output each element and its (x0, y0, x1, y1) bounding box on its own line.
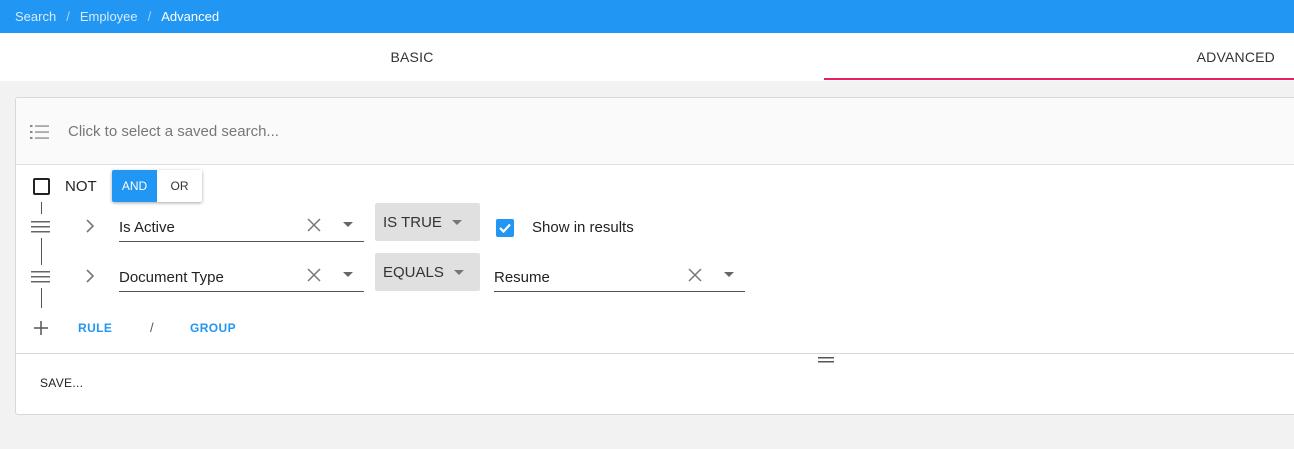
close-icon[interactable] (306, 267, 322, 283)
not-checkbox[interactable] (33, 178, 50, 195)
chevron-right-icon[interactable] (84, 219, 96, 233)
tab-active-indicator (824, 78, 1294, 80)
caret-down-icon[interactable] (724, 272, 734, 277)
tab-bar: BASIC ADVANCED (0, 33, 1294, 81)
or-button[interactable]: OR (157, 170, 202, 202)
saved-search-placeholder: Click to select a saved search... (68, 123, 279, 140)
breadcrumb: Search / Employee / Advanced (0, 0, 1294, 33)
add-separator: / (150, 320, 154, 335)
tree-connector (41, 238, 42, 265)
query-builder-panel: Click to select a saved search... NOT AN… (15, 97, 1294, 415)
list-icon (30, 125, 49, 139)
breadcrumb-item-employee[interactable]: Employee (80, 9, 138, 24)
tree-connector (41, 288, 42, 308)
saved-search-selector[interactable]: Click to select a saved search... (16, 98, 1294, 165)
breadcrumb-item-advanced: Advanced (161, 9, 220, 24)
breadcrumb-item-search[interactable]: Search (15, 9, 56, 24)
resize-handle-icon[interactable] (818, 356, 834, 364)
drag-handle-icon[interactable] (31, 270, 50, 284)
show-in-results-label: Show in results (532, 219, 634, 236)
rule-operator-label: IS TRUE (383, 213, 442, 231)
not-label: NOT (65, 178, 97, 195)
rule-operator-select[interactable]: EQUALS (375, 253, 480, 291)
caret-down-icon[interactable] (343, 222, 353, 227)
add-rule-button[interactable]: RULE (78, 321, 112, 335)
rule-field-select[interactable]: Document Type (119, 256, 364, 292)
caret-down-icon (451, 219, 462, 225)
add-group-button[interactable]: GROUP (190, 321, 236, 335)
drag-handle-icon[interactable] (31, 220, 50, 234)
combinator-toggle: AND OR (112, 170, 202, 202)
rule-field-value: Is Active (119, 219, 175, 236)
breadcrumb-separator: / (66, 9, 70, 24)
rule-field-select[interactable]: Is Active (119, 206, 364, 242)
rule-value-text: Resume (494, 269, 550, 286)
tab-basic[interactable]: BASIC (0, 33, 824, 81)
close-icon[interactable] (306, 217, 322, 233)
caret-down-icon[interactable] (343, 272, 353, 277)
show-in-results-checkbox[interactable] (496, 219, 514, 237)
save-button[interactable]: SAVE... (40, 376, 83, 390)
breadcrumb-separator: / (147, 9, 152, 24)
and-button[interactable]: AND (112, 170, 157, 202)
chevron-right-icon[interactable] (84, 269, 96, 283)
tab-advanced[interactable]: ADVANCED (824, 33, 1294, 81)
panel-divider (16, 353, 1294, 354)
caret-down-icon (453, 269, 464, 275)
rule-field-value: Document Type (119, 269, 224, 286)
rule-value-select[interactable]: Resume (494, 256, 745, 292)
rule-operator-select[interactable]: IS TRUE (375, 203, 480, 241)
check-icon (499, 223, 511, 234)
tree-connector (41, 202, 42, 214)
rule-operator-label: EQUALS (383, 263, 444, 281)
close-icon[interactable] (687, 267, 703, 283)
plus-icon[interactable] (33, 320, 49, 336)
